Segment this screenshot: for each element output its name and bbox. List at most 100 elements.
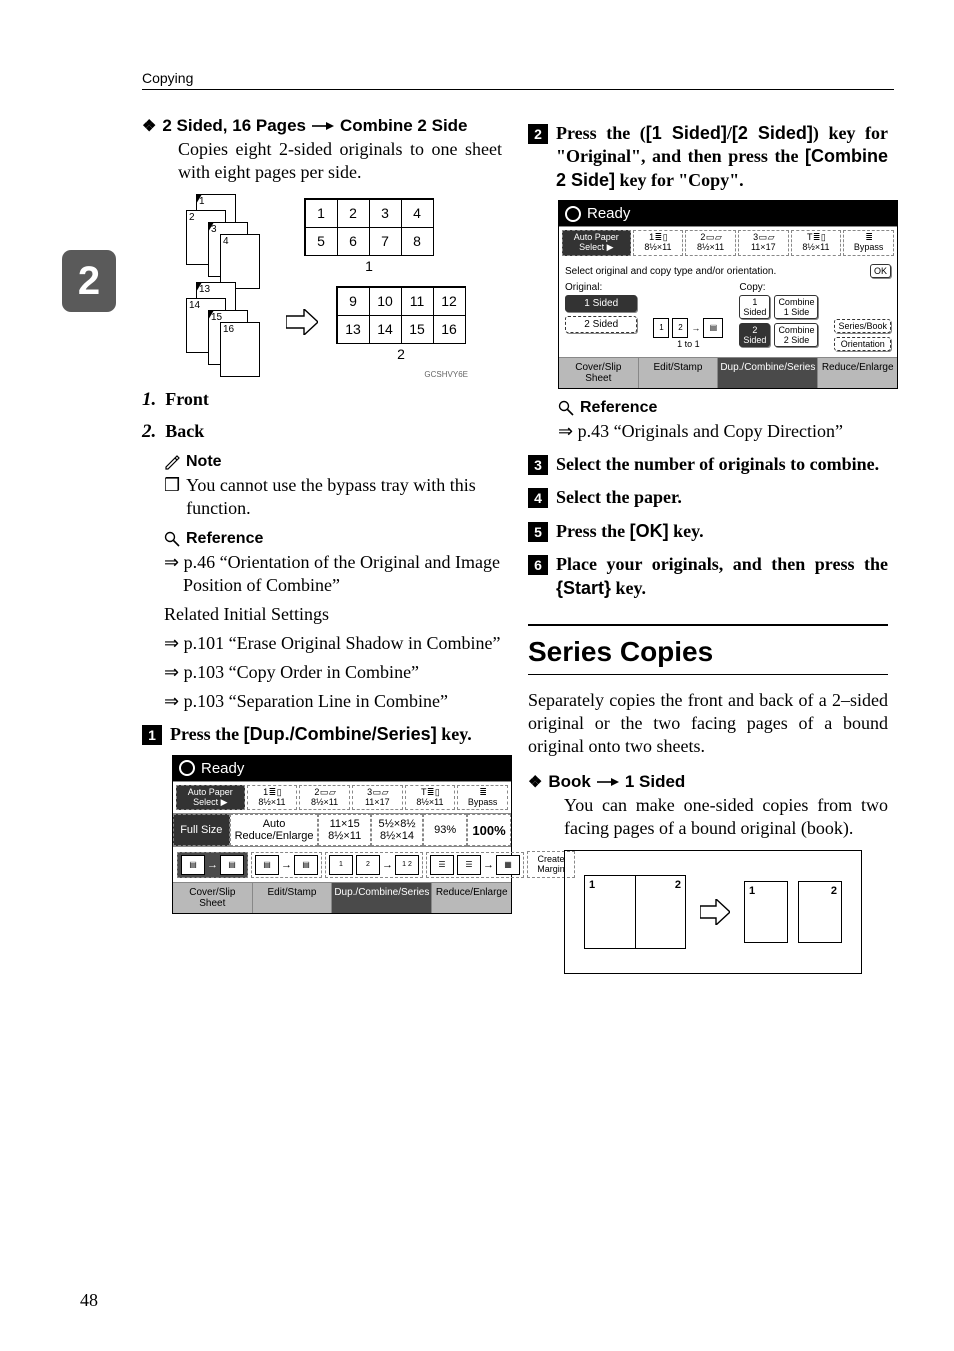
heading-post: Combine 2 Side [340, 116, 468, 136]
ss1-thumbs-a[interactable]: ▤→▤ [177, 852, 248, 878]
ref-item-0: ⇒ p.46 “Orientation of the Original and … [183, 551, 502, 597]
ss1-thumbs-d[interactable]: ☰☰→▦ [426, 852, 524, 878]
s6-key: Start [563, 578, 604, 598]
grid-cell: 8 [401, 227, 434, 256]
ss1-foot-2[interactable]: Dup./Combine/Series [332, 883, 432, 913]
ss2-tray-1[interactable]: 1 ≣ ▯8½×11 [633, 230, 684, 256]
series-copies-para: Separately copies the front and back of … [528, 689, 888, 758]
s2-t3: key for "Copy". [615, 170, 744, 190]
ss2-combine-2side[interactable]: Combine 2 Side [774, 323, 818, 347]
grid-cell: 1 [305, 199, 338, 228]
grid-cell: 11 [401, 287, 434, 316]
open-book-icon: 1 2 [584, 875, 686, 949]
ss2-combine-1side[interactable]: Combine 1 Side [774, 295, 818, 319]
ss2-foot-1[interactable]: Edit/Stamp [639, 358, 719, 388]
ss2-tray-2[interactable]: 2 ▭ ▱8½×11 [685, 230, 736, 256]
ss1-tray-1[interactable]: 1 ≣ ▯8½×11 [247, 785, 298, 811]
arrow-small-icon: → [281, 859, 292, 871]
running-head: Copying [142, 70, 894, 90]
ss2-foot-2[interactable]: Dup./Combine/Series [718, 358, 818, 388]
ref-item-1: Related Initial Settings [164, 603, 502, 626]
arrow-right-icon [597, 777, 619, 787]
ss2-diag-text: 1 to 1 [677, 339, 700, 349]
ss1-tray-3[interactable]: 3 ▭ ▱11×17 [352, 785, 403, 811]
ss2-tray-4[interactable]: T ≣ ▯8½×11 [791, 230, 842, 256]
book-heading-pre: Book [548, 772, 591, 792]
step-6-text: Place your originals, and then press the… [556, 553, 888, 600]
grid-cell: 10 [369, 287, 402, 316]
leaf-16: 16 [220, 322, 260, 377]
ss1-ratio-a-bot: 8½×11 [328, 830, 361, 842]
heading-pre: 2 Sided, 16 Pages [162, 116, 306, 136]
grid-cell: 7 [369, 227, 402, 256]
legend-2: 2. Back [142, 421, 502, 443]
ss1-tray-1-bot: 8½×11 [250, 798, 295, 808]
ss2-orig-2sided[interactable]: 2 Sided [565, 316, 637, 333]
ss1-ratio-row: Full Size Auto Reduce/Enlarge 11×158½×11… [173, 813, 511, 846]
thumb-icon: ▤ [181, 855, 205, 875]
ss1-ratio-b[interactable]: 5½×8½8½×14 [371, 814, 423, 846]
ss2-orientation[interactable]: Orientation [834, 337, 891, 351]
reference-body-left: ⇒ p.46 “Orientation of the Original and … [164, 551, 502, 713]
s5-ui: [OK] [630, 521, 669, 541]
left-column: ❖ 2 Sided, 16 Pages Combine 2 Side Copie… [142, 112, 502, 974]
ss1-fullsize[interactable]: Full Size [173, 814, 230, 846]
sheet-cap-2: 2 [336, 346, 466, 362]
series-copies-heading: Series Copies [528, 624, 888, 675]
ss2-foot-3[interactable]: Reduce/Enlarge [818, 358, 897, 388]
ss1-thumbs-b[interactable]: ▤→▤ [251, 852, 322, 878]
ready-circle-icon [565, 206, 581, 222]
book-page-2: 2 [635, 876, 685, 948]
ss2-copy-2sided[interactable]: 2 Sided [739, 323, 770, 347]
diag-box-icon: ▤ [703, 318, 723, 338]
magnifier-icon [164, 531, 180, 547]
ss1-title: Ready [173, 756, 511, 781]
legend-1-label: Front [165, 389, 209, 411]
ss1-autopaper[interactable]: Auto Paper Select ▶ [176, 785, 245, 811]
ss2-autopaper[interactable]: Auto Paper Select ▶ [562, 230, 631, 256]
note-head-text: Note [186, 453, 222, 471]
step-4: 4 Select the paper. [528, 486, 888, 509]
ss1-ratio-value[interactable]: 93% [423, 814, 467, 846]
leaf-4: 4 [220, 234, 260, 289]
note-body: ❒ You cannot use the bypass tray with th… [164, 474, 502, 520]
sheet-front: 12345678 1 [304, 198, 434, 274]
ss1-thumbs-c[interactable]: 12→1 2 [325, 852, 423, 878]
reference-head-text-left: Reference [186, 530, 263, 548]
step-3-text: Select the number of originals to combin… [556, 453, 879, 476]
ss1-foot-1[interactable]: Edit/Stamp [253, 883, 333, 913]
ss1-ratio-a[interactable]: 11×158½×11 [318, 814, 370, 846]
s2-t1: Press the ( [556, 123, 646, 143]
ss1-ratio-a-top: 11×15 [330, 818, 360, 830]
ss2-copy-1sided[interactable]: 1 Sided [739, 295, 770, 319]
grid-cell: 15 [401, 315, 434, 344]
ss2-foot-0[interactable]: Cover/Slip Sheet [559, 358, 639, 388]
s2-ui1: [1 Sided] [646, 123, 727, 143]
ss2-instruction: Select original and copy type and/or ori… [565, 266, 776, 277]
combine-body: Copies eight 2-sided originals to one sh… [178, 138, 502, 184]
ss1-foot-0[interactable]: Cover/Slip Sheet [173, 883, 253, 913]
legend-2-label: Back [165, 421, 204, 443]
ss2-orig-1sided[interactable]: 1 Sided [565, 295, 637, 312]
ss1-tray-4[interactable]: T ≣ ▯8½×11 [405, 785, 456, 811]
step-5: 5 Press the [OK] key. [528, 520, 888, 543]
ss1-autoreduce[interactable]: Auto Reduce/Enlarge [230, 814, 319, 846]
step-1-post: key. [437, 724, 472, 744]
ss1-tray-5[interactable]: ≣Bypass [457, 785, 508, 811]
ss2-tray-3[interactable]: 3 ▭ ▱11×17 [738, 230, 789, 256]
legend-2-num: 2. [142, 421, 156, 443]
ss1-foot-3[interactable]: Reduce/Enlarge [432, 883, 511, 913]
ss1-tray-2[interactable]: 2 ▭ ▱8½×11 [299, 785, 350, 811]
ss2-tray-5[interactable]: ≣Bypass [843, 230, 894, 256]
ss2-copy-label: Copy: [739, 282, 818, 293]
thumb-icon: 2 [356, 855, 380, 875]
step-badge-2: 2 [528, 124, 548, 144]
step-5-text: Press the [OK] key. [556, 520, 704, 543]
book-heading-post: 1 Sided [625, 772, 685, 792]
grid-cell: 16 [433, 315, 466, 344]
step-4-text: Select the paper. [556, 486, 682, 509]
lcd-screenshot-1: Ready Auto Paper Select ▶ 1 ≣ ▯8½×11 2 ▭… [172, 755, 512, 915]
ss2-ok-button[interactable]: OK [870, 264, 891, 278]
step-1-ui: [Dup./Combine/Series] [244, 724, 437, 744]
ss2-series-book[interactable]: Series/Book [834, 319, 891, 333]
